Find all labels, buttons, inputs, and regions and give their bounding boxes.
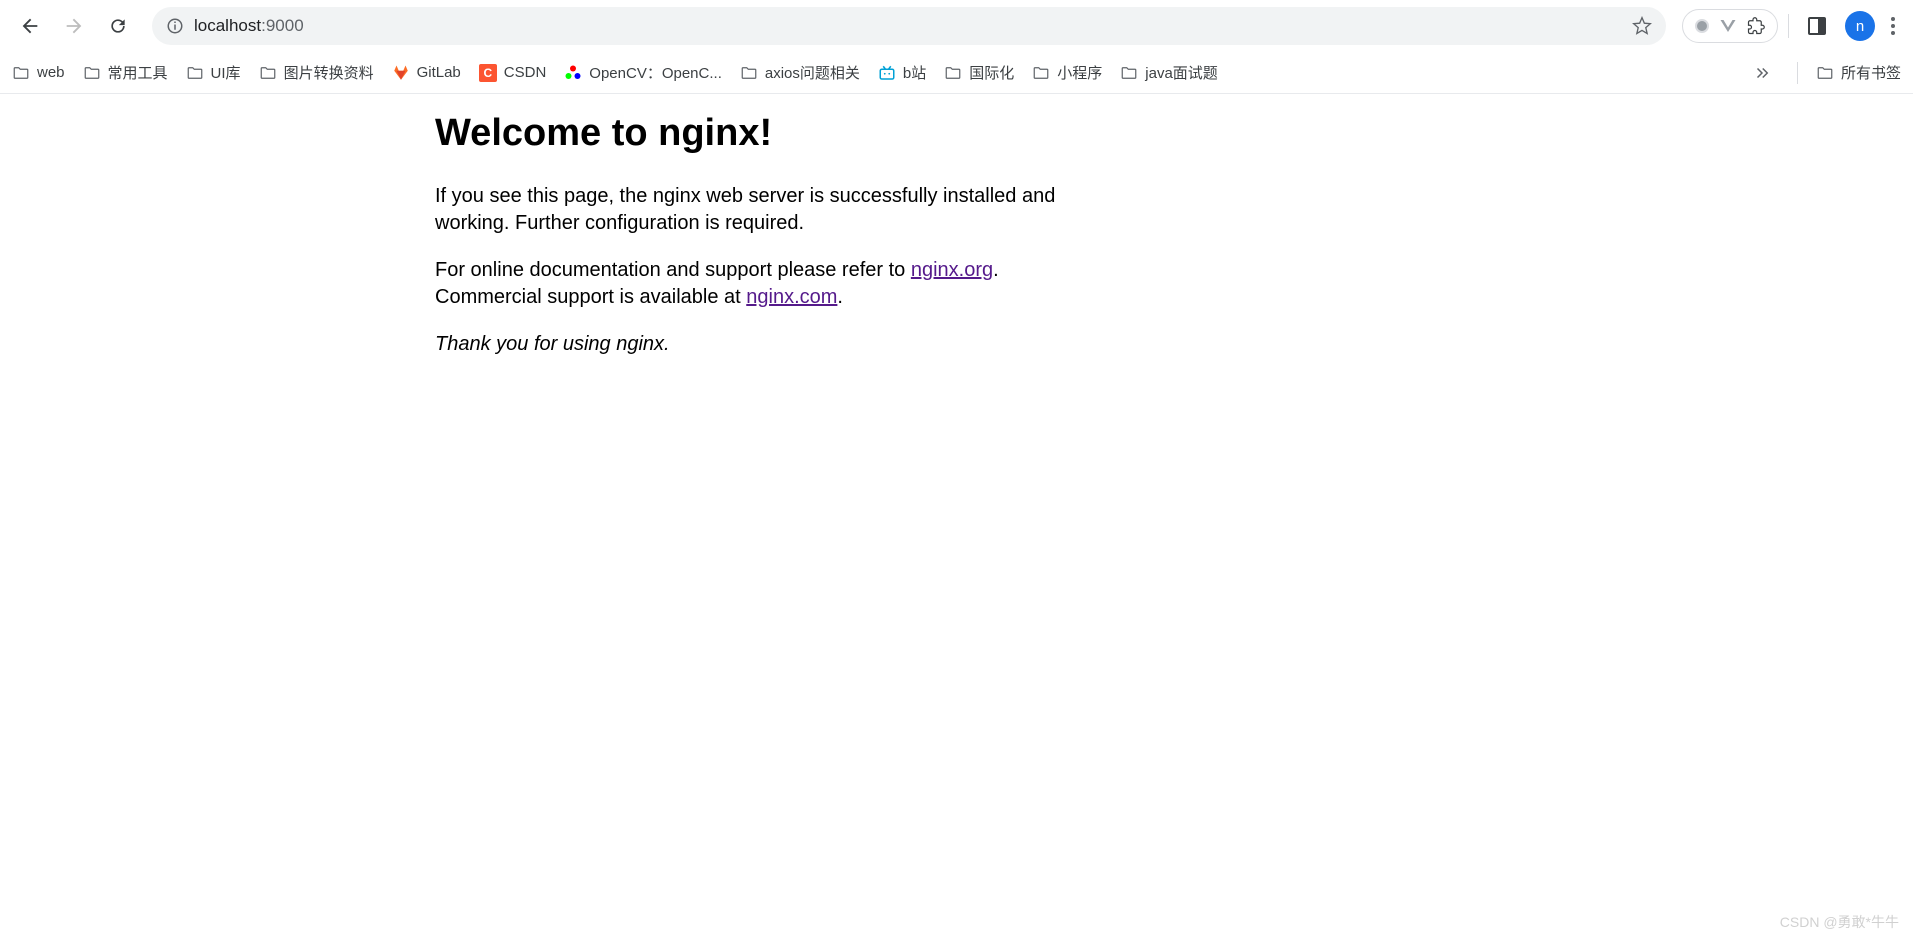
url-text: localhost:9000 xyxy=(194,16,1622,36)
bookmark-item-web[interactable]: web xyxy=(12,64,65,82)
bookmark-item-bilibili[interactable]: b站 xyxy=(878,62,926,83)
bookmark-item-miniprogram[interactable]: 小程序 xyxy=(1032,62,1102,83)
bookmark-label: CSDN xyxy=(504,64,547,81)
page-paragraph-1: If you see this page, the nginx web serv… xyxy=(435,183,1115,237)
folder-icon xyxy=(1032,64,1050,82)
watermark-text: CSDN @勇敢*牛牛 xyxy=(1780,912,1899,932)
folder-icon xyxy=(944,64,962,82)
folder-icon xyxy=(740,64,758,82)
folder-icon xyxy=(12,64,30,82)
extensions-pill[interactable] xyxy=(1682,9,1778,43)
reload-button[interactable] xyxy=(100,8,136,44)
nginx-org-link[interactable]: nginx.org xyxy=(911,259,993,281)
bookmark-item-all-bookmarks[interactable]: 所有书签 xyxy=(1816,62,1901,83)
bookmarks-overflow-button[interactable] xyxy=(1745,64,1779,82)
page-paragraph-2: For online documentation and support ple… xyxy=(435,257,1115,311)
thank-you-text: Thank you for using nginx. xyxy=(435,333,670,355)
avatar-letter: n xyxy=(1856,18,1864,35)
folder-icon xyxy=(1120,64,1138,82)
p2-text-a: For online documentation and support ple… xyxy=(435,259,911,281)
nginx-welcome-body: Welcome to nginx! If you see this page, … xyxy=(435,112,1115,358)
kebab-dot-icon xyxy=(1891,24,1895,28)
bookmark-label: GitLab xyxy=(417,64,461,81)
vue-devtools-icon xyxy=(1719,18,1737,34)
p2-text-c: Commercial support is available at xyxy=(435,286,746,308)
opencv-icon xyxy=(564,64,582,82)
arrow-right-icon xyxy=(63,15,85,37)
back-button[interactable] xyxy=(12,8,48,44)
side-panel-button[interactable] xyxy=(1799,8,1835,44)
gitlab-icon xyxy=(392,64,410,82)
profile-avatar[interactable]: n xyxy=(1845,11,1875,41)
bookmarks-divider xyxy=(1797,62,1798,84)
bookmark-label: axios问题相关 xyxy=(765,62,860,83)
browser-toolbar: localhost:9000 n xyxy=(0,0,1913,52)
bookmark-item-gitlab[interactable]: GitLab xyxy=(392,64,461,82)
bilibili-icon xyxy=(878,64,896,82)
reload-icon xyxy=(108,16,128,36)
bookmark-item-i18n[interactable]: 国际化 xyxy=(944,62,1014,83)
bookmark-label: 国际化 xyxy=(969,62,1014,83)
bookmark-label: OpenCV：OpenC... xyxy=(589,62,722,83)
bookmark-item-csdn[interactable]: C CSDN xyxy=(479,64,547,82)
bookmark-label: web xyxy=(37,64,65,81)
bookmark-item-java-interview[interactable]: java面试题 xyxy=(1120,62,1218,83)
bookmark-item-common-tools[interactable]: 常用工具 xyxy=(83,62,168,83)
extension-dot-icon xyxy=(1695,19,1709,33)
toolbar-right-controls: n xyxy=(1682,8,1901,44)
page-paragraph-3: Thank you for using nginx. xyxy=(435,331,1115,358)
forward-button[interactable] xyxy=(56,8,92,44)
bookmark-item-ui-lib[interactable]: UI库 xyxy=(186,62,241,83)
csdn-icon: C xyxy=(479,64,497,82)
bookmark-star-icon[interactable] xyxy=(1632,16,1652,36)
page-content: Welcome to nginx! If you see this page, … xyxy=(0,94,1913,358)
address-bar[interactable]: localhost:9000 xyxy=(152,7,1666,45)
bookmark-item-axios[interactable]: axios问题相关 xyxy=(740,62,860,83)
bookmark-item-opencv[interactable]: OpenCV：OpenC... xyxy=(564,62,722,83)
page-heading: Welcome to nginx! xyxy=(435,112,1115,155)
toolbar-divider xyxy=(1788,14,1789,38)
folder-icon xyxy=(1816,64,1834,82)
bookmarks-bar: web 常用工具 UI库 图片转换资料 GitLab C CSDN OpenCV… xyxy=(0,52,1913,94)
p2-text-b: . xyxy=(993,259,999,281)
bookmark-label: 图片转换资料 xyxy=(284,62,374,83)
bookmark-label: b站 xyxy=(903,62,926,83)
bookmark-item-image-convert[interactable]: 图片转换资料 xyxy=(259,62,374,83)
bookmark-label: UI库 xyxy=(211,62,241,83)
extensions-icon xyxy=(1747,17,1765,35)
side-panel-icon xyxy=(1808,17,1826,35)
url-host: localhost xyxy=(194,16,261,35)
folder-icon xyxy=(259,64,277,82)
chevron-double-right-icon xyxy=(1753,64,1771,82)
site-info-icon[interactable] xyxy=(166,17,184,35)
kebab-dot-icon xyxy=(1891,17,1895,21)
url-port: :9000 xyxy=(261,16,304,35)
p2-text-d: . xyxy=(837,286,843,308)
kebab-dot-icon xyxy=(1891,31,1895,35)
folder-icon xyxy=(83,64,101,82)
arrow-left-icon xyxy=(19,15,41,37)
bookmark-label: 常用工具 xyxy=(108,62,168,83)
nginx-com-link[interactable]: nginx.com xyxy=(746,286,837,308)
bookmark-label: java面试题 xyxy=(1145,62,1218,83)
bookmark-label: 所有书签 xyxy=(1841,62,1901,83)
bookmark-label: 小程序 xyxy=(1057,62,1102,83)
folder-icon xyxy=(186,64,204,82)
chrome-menu-button[interactable] xyxy=(1885,11,1901,41)
